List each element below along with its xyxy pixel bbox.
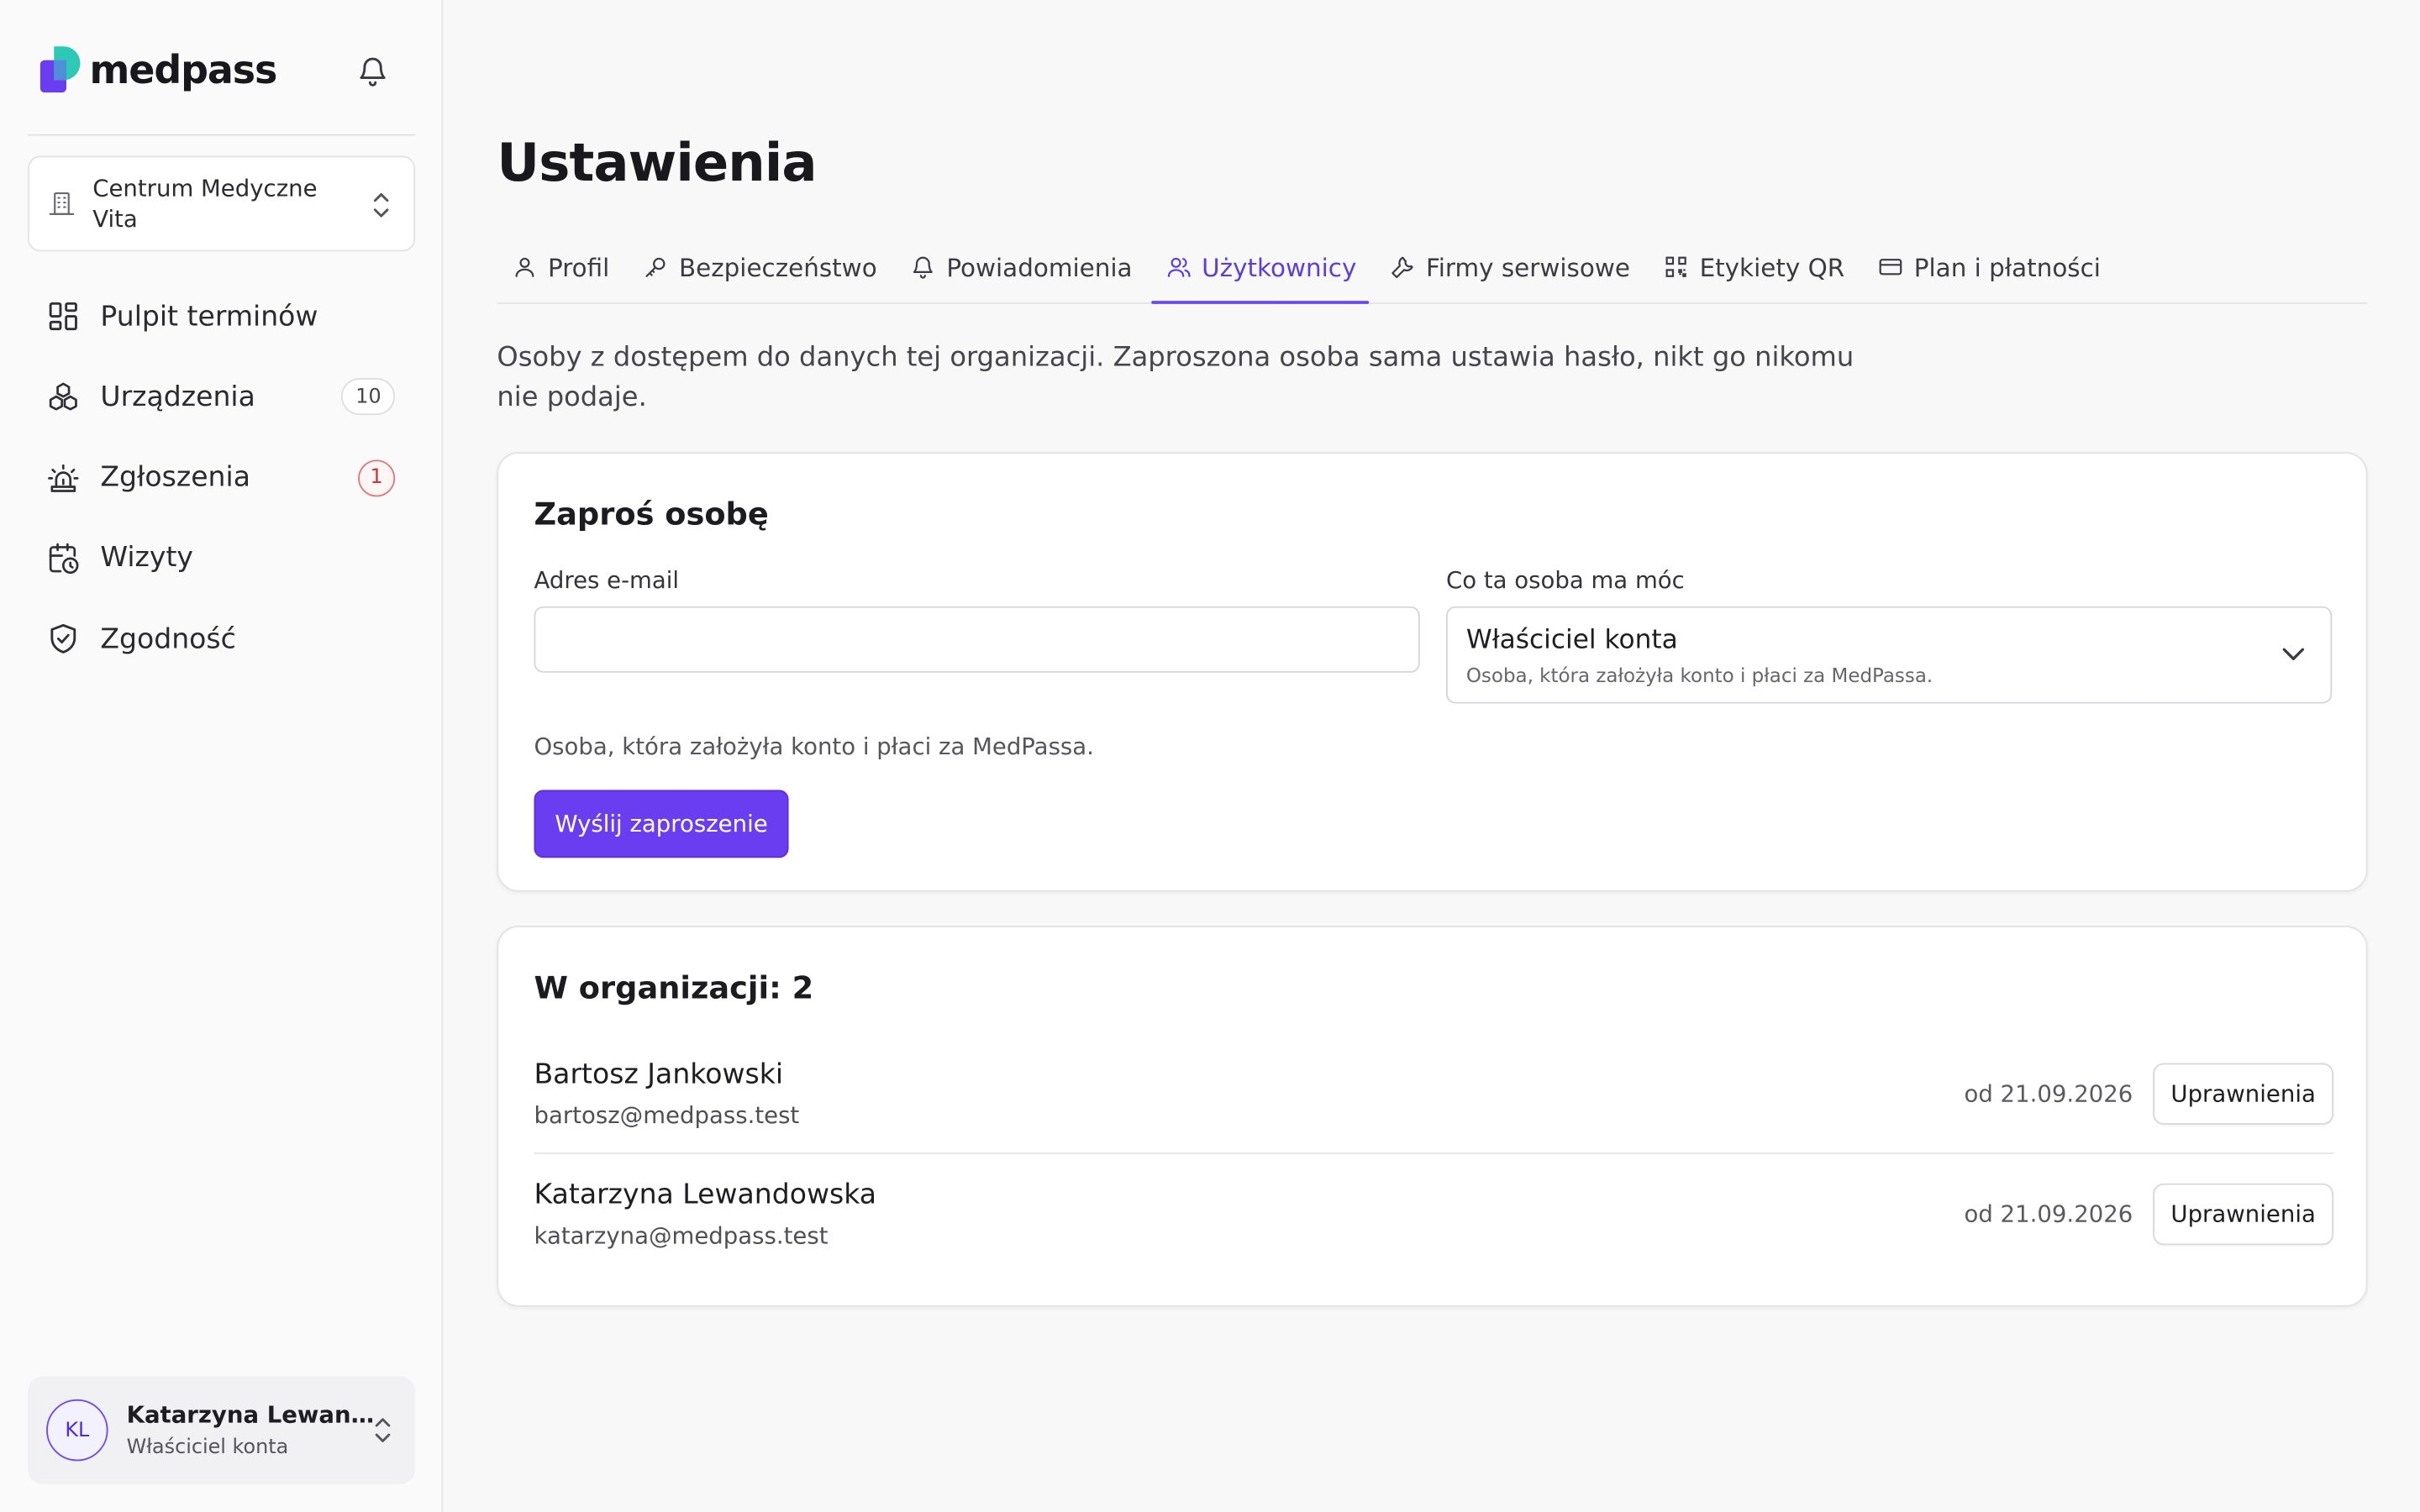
- organization-switcher[interactable]: Centrum Medyczne Vita: [28, 155, 416, 252]
- send-invite-button[interactable]: Wyślij zaproszenie: [534, 790, 789, 858]
- brand-name: medpass: [89, 47, 278, 92]
- settings-tabs: Profil Bezpieczeństwo Powiadomienia Użyt…: [497, 232, 2368, 304]
- invite-title: Zaproś osobę: [534, 495, 769, 533]
- member-since: od 21.09.2026: [1964, 1200, 2133, 1229]
- medpass-logo-icon: [39, 46, 81, 93]
- sidebar-item-zgodnosc[interactable]: Zgodność: [28, 602, 415, 676]
- intro-text: Osoby z dostępem do danych tej organizac…: [497, 342, 1854, 414]
- organization-name: Centrum Medyczne Vita: [92, 174, 318, 234]
- member-name: Katarzyna Lewandowska: [534, 1179, 877, 1211]
- count-badge: 10: [341, 378, 396, 416]
- role-help-text: Osoba, która założyła konto i płaci za M…: [534, 732, 1094, 761]
- members-card: W organizacji: 2 Bartosz Jankowski barto…: [497, 926, 2368, 1307]
- invite-card: Zaproś osobę Adres e-mail Co ta osoba ma…: [497, 452, 2368, 892]
- role-selected-value: Właściciel konta: [1465, 624, 1678, 656]
- tab-plan-i-platnosci[interactable]: Plan i płatności: [1863, 232, 2112, 302]
- avatar: KL: [46, 1399, 108, 1462]
- member-row: Katarzyna Lewandowska katarzyna@medpass.…: [534, 1156, 2334, 1274]
- tab-bezpieczenstwo[interactable]: Bezpieczeństwo: [628, 232, 889, 302]
- email-label: Adres e-mail: [534, 566, 680, 595]
- credit-card-icon: [1879, 259, 1902, 276]
- sidebar-item-zgloszenia[interactable]: Zgłoszenia 1: [28, 441, 415, 515]
- permissions-button[interactable]: Uprawnienia: [2153, 1063, 2334, 1125]
- sidebar-item-label: Zgłoszenia: [100, 461, 250, 494]
- wrench-icon: [1392, 256, 1413, 279]
- devices-icon: [49, 383, 77, 412]
- sidebar-item-label: Wizyty: [100, 542, 193, 575]
- dashboard-grid-icon: [49, 302, 77, 331]
- sidebar-item-urzadzenia[interactable]: Urządzenia 10: [28, 360, 415, 433]
- tab-label: Użytkownicy: [1202, 252, 1357, 282]
- member-row: Bartosz Jankowski bartosz@medpass.test o…: [534, 1035, 2334, 1154]
- tab-label: Profil: [548, 252, 610, 282]
- role-selected-description: Osoba, która założyła konto i płaci za M…: [1465, 663, 1933, 687]
- siren-icon: [48, 464, 79, 492]
- member-email: katarzyna@medpass.test: [534, 1221, 829, 1250]
- email-field[interactable]: [534, 606, 1420, 673]
- user-role: Właściciel konta: [126, 1436, 289, 1460]
- tab-label: Firmy serwisowe: [1425, 252, 1630, 282]
- calendar-clock-icon: [49, 543, 79, 574]
- sidebar-item-label: Urządzenia: [100, 381, 255, 413]
- chevron-down-icon: [2282, 648, 2305, 660]
- tab-label: Plan i płatności: [1913, 252, 2101, 282]
- tab-uzytkownicy[interactable]: Użytkownicy: [1150, 232, 1370, 304]
- qr-code-icon: [1665, 256, 1687, 277]
- member-name: Bartosz Jankowski: [534, 1058, 784, 1091]
- sidebar-item-label: Pulpit terminów: [100, 300, 318, 333]
- building-icon: [49, 192, 75, 215]
- role-select[interactable]: Właściciel konta Osoba, która założyła k…: [1445, 606, 2333, 704]
- tab-label: Etykiety QR: [1699, 252, 1845, 282]
- user-icon: [515, 257, 534, 277]
- chevron-up-down-icon: [373, 192, 389, 218]
- sidebar-item-wizyty[interactable]: Wizyty: [28, 522, 415, 596]
- tab-label: Powiadomienia: [946, 252, 1133, 282]
- key-icon: [645, 257, 666, 277]
- sidebar-item-pulpit[interactable]: Pulpit terminów: [28, 279, 415, 353]
- tab-powiadomienia[interactable]: Powiadomienia: [896, 232, 1144, 302]
- shield-check-icon: [50, 624, 76, 654]
- alert-badge: 1: [358, 459, 396, 496]
- member-email: bartosz@medpass.test: [534, 1101, 800, 1130]
- permissions-button[interactable]: Uprawnienia: [2153, 1183, 2334, 1246]
- users-icon: [1167, 257, 1190, 277]
- user-name: Katarzyna Lewan…: [126, 1400, 375, 1429]
- sidebar-divider: [28, 134, 416, 136]
- member-since: od 21.09.2026: [1964, 1079, 2133, 1108]
- sidebar: medpass Centrum Medyczne Vita Pulpit ter…: [0, 0, 444, 1512]
- chevron-up-down-icon: [375, 1418, 391, 1442]
- sidebar-nav: Pulpit terminów Urządzenia 10 Zgłoszenia…: [28, 279, 415, 682]
- page-title: Ustawienia: [497, 132, 817, 195]
- role-label: Co ta osoba ma móc: [1445, 566, 1685, 595]
- bell-icon: [913, 256, 934, 279]
- notifications-button[interactable]: [352, 51, 392, 92]
- sidebar-item-label: Zgodność: [100, 622, 236, 656]
- user-menu[interactable]: KL Katarzyna Lewan… Właściciel konta: [28, 1376, 416, 1484]
- bell-icon: [359, 57, 385, 87]
- user-meta: Katarzyna Lewan… Właściciel konta: [127, 1401, 375, 1460]
- tab-etykiety-qr[interactable]: Etykiety QR: [1649, 232, 1857, 302]
- tab-profil[interactable]: Profil: [497, 232, 622, 302]
- members-title: W organizacji: 2: [534, 969, 814, 1006]
- tab-firmy-serwisowe[interactable]: Firmy serwisowe: [1375, 232, 1642, 302]
- brand[interactable]: medpass: [39, 46, 278, 93]
- tab-label: Bezpieczeństwo: [678, 252, 877, 282]
